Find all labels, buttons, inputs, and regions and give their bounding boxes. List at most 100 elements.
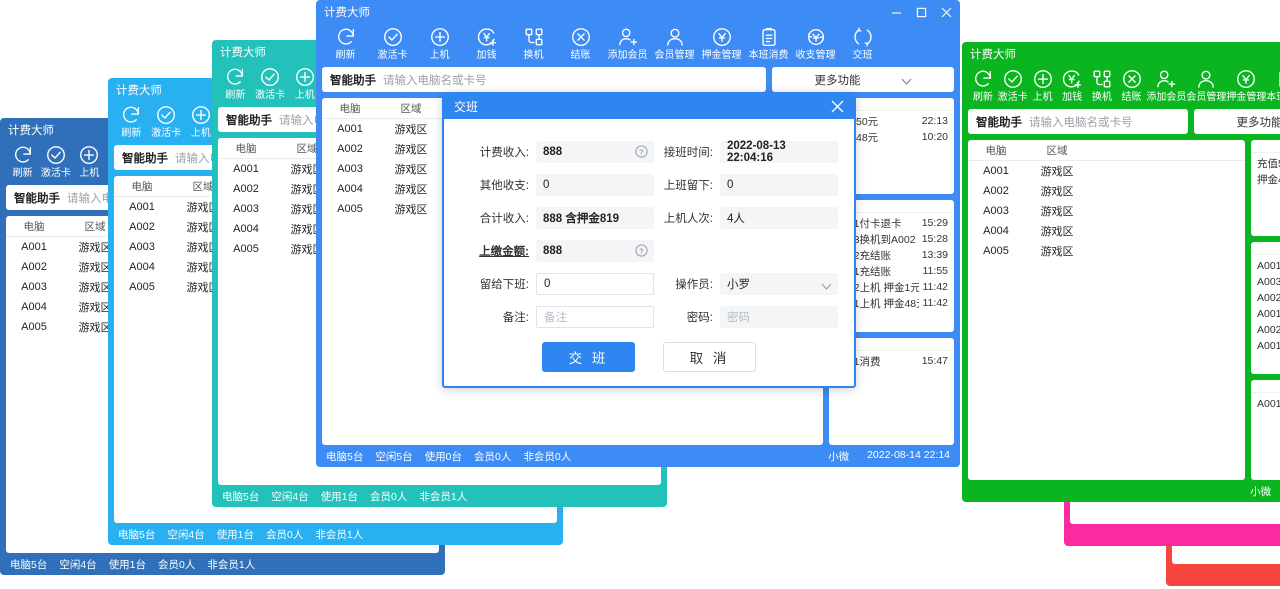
remark-input[interactable]: 备注 <box>536 306 654 328</box>
status-pcs: 电脑5台 <box>10 558 48 571</box>
status-members: 会员0人 <box>266 528 304 541</box>
toolbar-button-换机[interactable]: 换机 <box>510 26 557 61</box>
help-icon[interactable]: ? <box>635 145 648 158</box>
toolbar-button-label: 收支管理 <box>795 50 836 61</box>
help-icon[interactable]: ? <box>635 244 648 257</box>
toolbar-button-激活卡[interactable]: 激活卡 <box>39 144 72 179</box>
close-circle-icon <box>570 26 592 48</box>
toolbar-button-label: 激活卡 <box>997 92 1028 103</box>
toolbar-button-label: 刷新 <box>121 128 142 139</box>
operator-select[interactable]: 小罗 <box>720 273 838 295</box>
check-circle-icon <box>155 104 177 126</box>
toolbar-button-交班[interactable]: 交班 <box>839 26 886 61</box>
field-label: 密码: <box>686 312 713 324</box>
cell-zone: 游戏区 <box>1040 226 1074 238</box>
yuan-plus-icon <box>1061 68 1083 90</box>
search-input[interactable]: 智能助手 请输入电脑名或卡号 <box>322 67 766 92</box>
toolbar-button-上机[interactable]: 上机 <box>416 26 463 61</box>
toolbar-button-label: 加钱 <box>476 50 497 61</box>
table-row[interactable]: A005 游戏区 <box>968 241 1245 261</box>
toolbar-button-押金管理[interactable]: 押金管理 <box>698 26 745 61</box>
toolbar-button-刷新[interactable]: 刷新 <box>968 68 998 103</box>
status-used: 使用1台 <box>216 528 255 541</box>
maximize-icon[interactable] <box>916 7 927 18</box>
field-takeover-time: 接班时间: 2022-08-13 22:04:16 <box>654 140 838 164</box>
toolbar-button-加钱[interactable]: 加钱 <box>1057 68 1087 103</box>
minimize-icon[interactable] <box>891 7 902 18</box>
window-controls-main[interactable] <box>891 0 952 24</box>
search-placeholder: 请输入电脑名或卡号 <box>1029 116 1133 129</box>
takeover-time-input[interactable]: 2022-08-13 22:04:16 <box>720 140 838 164</box>
toolbar-button-结账[interactable]: 结账 <box>557 26 604 61</box>
toolbar-button-上机[interactable]: 上机 <box>73 144 106 179</box>
window-green[interactable]: 计费大师 刷新激活卡上机加钱换机结账添加会员会员管理押金管理本班消费收支管理交班… <box>962 42 1280 502</box>
dialog-buttons: 交 班 取 消 <box>470 342 828 372</box>
cancel-button[interactable]: 取 消 <box>663 342 756 372</box>
log-list-2: A001付卡退卡15:29A003换机到A00215:28A002充结账13:3… <box>1251 255 1280 374</box>
toolbar-button-刷新[interactable]: 刷新 <box>322 26 369 61</box>
handover-amount-input[interactable]: 888 ? <box>536 240 654 262</box>
income-input[interactable]: 888 ? <box>536 141 654 163</box>
toolbar-button-刷新[interactable]: 刷新 <box>114 104 149 139</box>
remark-placeholder: 备注 <box>544 312 567 324</box>
other-input[interactable]: 0 <box>536 174 654 196</box>
log-text: A002上机 押金1元 <box>1257 323 1280 336</box>
more-functions-dropdown[interactable]: 更多功能 <box>1194 109 1280 134</box>
toolbar-button-加钱[interactable]: 加钱 <box>463 26 510 61</box>
cell-computer: A005 <box>129 281 155 293</box>
dialog-row-4: 上缴金额: 888 ? <box>470 240 828 262</box>
total-value: 888 含押金819 <box>543 213 620 225</box>
more-functions-dropdown[interactable]: 更多功能 <box>772 67 954 92</box>
toolbar-button-会员管理[interactable]: 会员管理 <box>651 26 698 61</box>
cell-computer: A002 <box>233 183 259 195</box>
column-header: 电脑 <box>23 220 45 233</box>
toolbar-button-激活卡[interactable]: 激活卡 <box>369 26 416 61</box>
toolbar-button-押金管理[interactable]: 押金管理 <box>1226 68 1266 103</box>
status-idle: 空闲5台 <box>375 450 413 463</box>
search-label: 智能助手 <box>122 152 168 165</box>
cell-computer: A002 <box>129 221 155 233</box>
statusbar-teal: 电脑5台 空闲4台 使用1台 会员0人 非会员1人 <box>212 485 667 507</box>
swap-icon <box>1091 68 1113 90</box>
window-title: 计费大师 <box>970 49 1016 61</box>
search-input[interactable]: 智能助手 请输入电脑名或卡号 <box>968 109 1188 134</box>
status-used: 使用1台 <box>320 490 359 503</box>
toolbar-button-本班消费[interactable]: 本班消费 <box>745 26 792 61</box>
log-time: 11:42 <box>922 281 949 293</box>
refresh-icon <box>224 66 246 88</box>
table-row[interactable]: A004 游戏区 <box>968 221 1245 241</box>
toolbar-button-添加会员[interactable]: 添加会员 <box>1146 68 1186 103</box>
table-row[interactable]: A003 游戏区 <box>968 201 1245 221</box>
close-icon[interactable] <box>941 7 952 18</box>
field-label: 备注: <box>502 312 529 324</box>
toolbar-button-激活卡[interactable]: 激活卡 <box>998 68 1028 103</box>
toolbar-button-刷新[interactable]: 刷新 <box>218 66 253 101</box>
status-members: 会员0人 <box>370 490 408 503</box>
toolbar-button-label: 会员管理 <box>654 50 695 61</box>
toolbar-button-结账[interactable]: 结账 <box>1117 68 1147 103</box>
toolbar-button-会员管理[interactable]: 会员管理 <box>1186 68 1226 103</box>
toolbar-button-激活卡[interactable]: 激活卡 <box>253 66 288 101</box>
confirm-handover-button[interactable]: 交 班 <box>542 342 635 372</box>
toolbar-button-刷新[interactable]: 刷新 <box>6 144 39 179</box>
table-row[interactable]: A001 游戏区 <box>968 161 1245 181</box>
shift-handover-dialog[interactable]: 交班 计费收入: 888 ? 接班时间: 2022-08-13 22:04:16 <box>442 92 856 388</box>
toolbar-button-上机[interactable]: 上机 <box>1028 68 1058 103</box>
search-label: 智能助手 <box>976 116 1022 129</box>
leave-input[interactable]: 0 <box>536 273 654 295</box>
toolbar-button-label: 刷新 <box>972 92 993 103</box>
toolbar-button-添加会员[interactable]: 添加会员 <box>604 26 651 61</box>
cell-zone: 游戏区 <box>394 184 428 196</box>
toolbar-button-激活卡[interactable]: 激活卡 <box>149 104 184 139</box>
toolbar-button-收支管理[interactable]: 收支管理 <box>792 26 839 61</box>
toolbar-button-换机[interactable]: 换机 <box>1087 68 1117 103</box>
toolbar-button-本班消费[interactable]: 本班消费 <box>1266 68 1280 103</box>
close-icon[interactable] <box>831 100 844 113</box>
password-input[interactable]: 密码 <box>720 306 838 328</box>
table-row[interactable]: A002 游戏区 <box>968 181 1245 201</box>
column-header: 电脑 <box>985 144 1007 157</box>
cell-zone: 游戏区 <box>1040 206 1074 218</box>
more-functions-label: 更多功能 <box>1236 116 1280 129</box>
toolbar-button-label: 添加会员 <box>607 50 648 61</box>
onduty-input[interactable]: 0 <box>720 174 838 196</box>
